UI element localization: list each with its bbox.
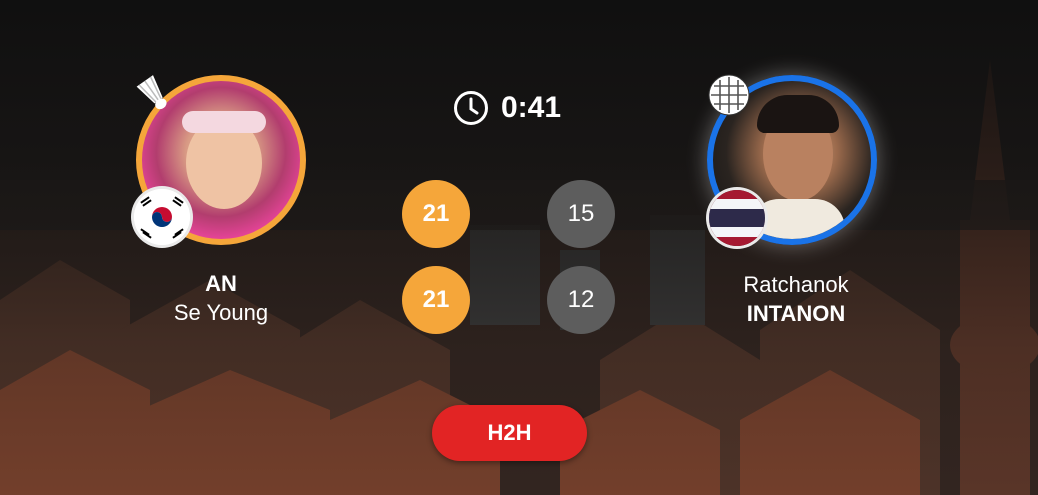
player-left-surname: AN — [205, 271, 237, 296]
game2-right-score: 12 — [547, 266, 615, 334]
game1-left-score: 21 — [402, 180, 470, 248]
match-timer: 0:41 — [453, 88, 561, 128]
thailand-flag-icon — [709, 190, 765, 246]
player-right-surname: INTANON — [746, 301, 846, 326]
player-left-given-name: Se Young — [173, 300, 269, 325]
player-right-name[interactable]: Ratchanok INTANON — [686, 270, 906, 328]
south-korea-flag-icon — [134, 189, 190, 245]
player-right-given-name: Ratchanok — [743, 272, 849, 297]
elapsed-time: 0:41 — [501, 91, 562, 124]
shuttlecock-icon — [132, 72, 176, 121]
h2h-button[interactable]: H2H — [432, 405, 587, 461]
game2-left-score: 21 — [402, 266, 470, 334]
game1-right-score: 15 — [547, 180, 615, 248]
racket-icon — [706, 72, 752, 123]
clock-icon — [454, 91, 488, 125]
player-left-name[interactable]: AN Se Young — [111, 270, 331, 328]
